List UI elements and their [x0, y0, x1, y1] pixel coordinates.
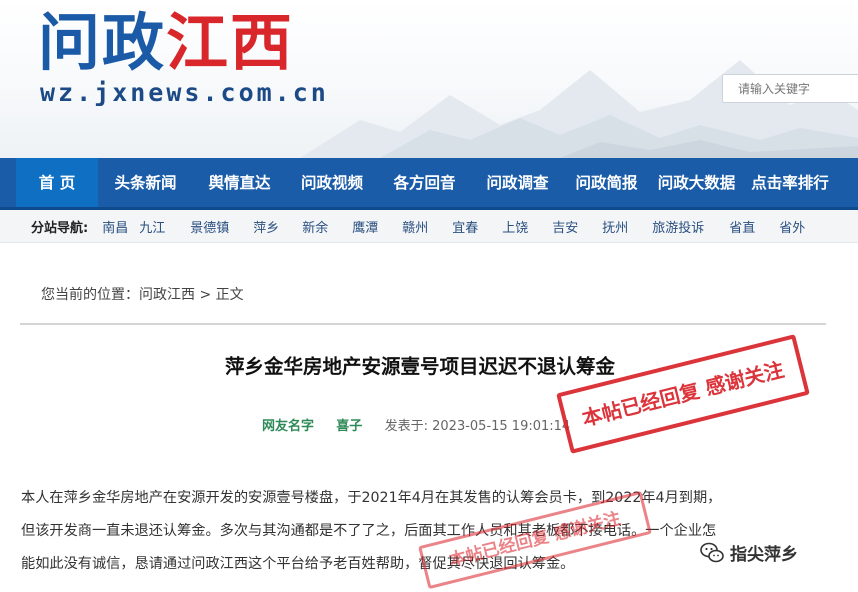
nav-item-ranking[interactable]: 点击率排行	[744, 158, 836, 209]
breadcrumb-home-link[interactable]: 问政江西	[139, 287, 195, 303]
station-link-tourism-complaints[interactable]: 旅游投诉	[652, 217, 729, 236]
nav-item-video[interactable]: 问政视频	[286, 158, 378, 209]
station-link-jingdezhen[interactable]: 景德镇	[190, 217, 253, 236]
search-input[interactable]	[722, 74, 858, 103]
station-link-fuzhou[interactable]: 抚州	[602, 217, 652, 236]
station-link-shangrao[interactable]: 上饶	[502, 217, 552, 236]
site-logo[interactable]: 问政江西	[38, 8, 294, 78]
wechat-watermark: 指尖萍乡	[700, 540, 798, 565]
breadcrumb: 您当前的位置：问政江西 > 正文	[41, 284, 244, 304]
station-link-ganzhou[interactable]: 赣州	[402, 217, 452, 236]
station-nav: 分站导航: 南昌 九江 景德镇 萍乡 新余 鹰潭 赣州 宜春 上饶 吉安 抚州 …	[0, 210, 858, 243]
breadcrumb-separator: >	[195, 287, 216, 303]
main-nav: 首 页 头条新闻 舆情直达 问政视频 各方回音 问政调查 问政简报 问政大数据 …	[0, 158, 858, 209]
station-link-nanchang[interactable]: 南昌	[102, 217, 139, 236]
site-url: wz.jxnews.com.cn	[40, 78, 329, 107]
station-link-jian[interactable]: 吉安	[552, 217, 602, 236]
station-link-provincial[interactable]: 省直	[729, 217, 779, 236]
nav-item-sentiment[interactable]: 舆情直达	[193, 158, 286, 209]
article-meta: 网友名字 喜子 发表于: 2023-05-15 19:01:14	[262, 415, 570, 434]
watermark-text: 指尖萍乡	[730, 545, 798, 565]
nav-item-survey[interactable]: 问政调查	[471, 158, 564, 209]
article-line: 本人在萍乡金华房地产在安源开发的安源壹号楼盘，于2021年4月在其发售的认筹会员…	[21, 490, 722, 506]
station-nav-label: 分站导航:	[31, 220, 89, 236]
nav-item-home[interactable]: 首 页	[16, 158, 98, 209]
logo-text-red: 江西	[166, 6, 295, 79]
nav-item-big-data[interactable]: 问政大数据	[649, 158, 744, 209]
nav-item-responses[interactable]: 各方回音	[378, 158, 471, 209]
breadcrumb-prefix: 您当前的位置：	[41, 287, 139, 303]
station-link-jiujiang[interactable]: 九江	[139, 217, 190, 236]
nav-item-headlines[interactable]: 头条新闻	[98, 158, 193, 209]
post-date: 2023-05-15 19:01:14	[432, 419, 571, 434]
site-header: 问政江西 wz.jxnews.com.cn	[0, 0, 858, 158]
author-label: 网友名字	[262, 419, 315, 434]
station-link-xinyu[interactable]: 新余	[302, 217, 352, 236]
content-divider	[20, 323, 826, 325]
station-link-yingtan[interactable]: 鹰潭	[352, 217, 402, 236]
author-name: 喜子	[336, 419, 363, 434]
station-link-pingxiang[interactable]: 萍乡	[253, 217, 302, 236]
station-link-yichun[interactable]: 宜春	[452, 217, 502, 236]
nav-item-briefing[interactable]: 问政简报	[564, 158, 649, 209]
date-label: 发表于:	[384, 419, 428, 434]
logo-text-blue: 问政	[38, 6, 167, 79]
station-link-outside-province[interactable]: 省外	[779, 217, 819, 236]
wechat-icon	[700, 542, 724, 562]
breadcrumb-current: 正文	[215, 287, 244, 303]
